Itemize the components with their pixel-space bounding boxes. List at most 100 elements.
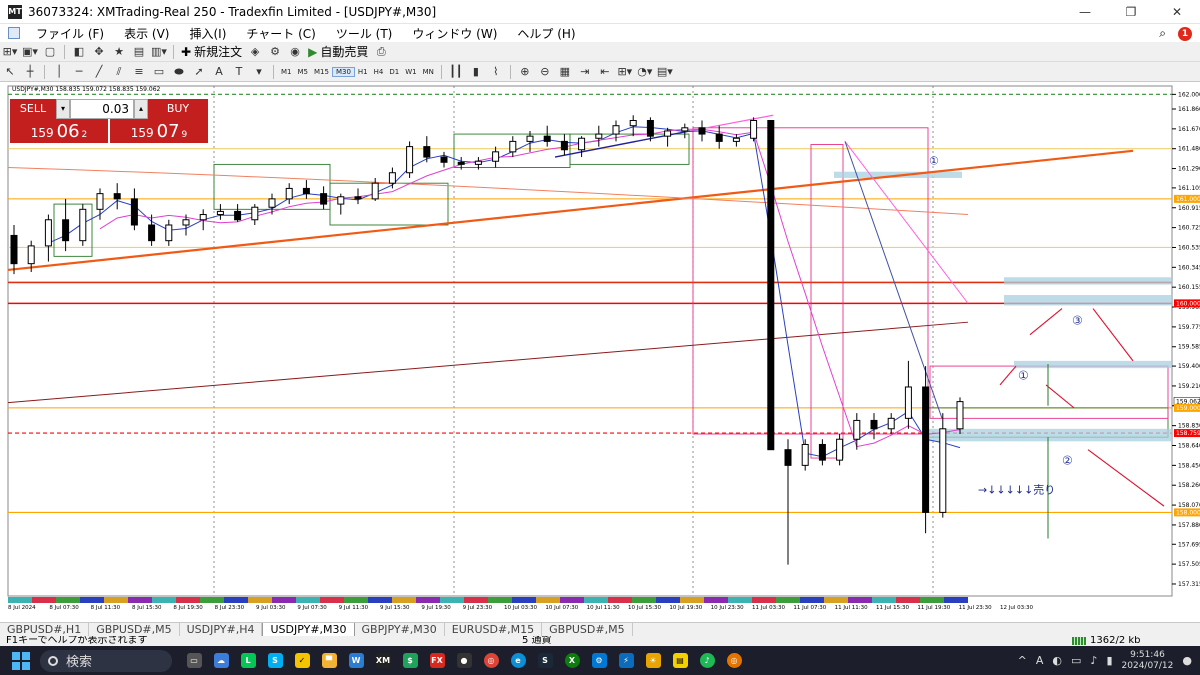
tab-usdjpy-h4[interactable]: USDJPY#,H4 — [180, 623, 263, 636]
buy-button[interactable]: BUY — [148, 99, 208, 119]
file-explorer-icon[interactable]: ▀ — [317, 650, 341, 672]
trendline-icon[interactable]: ╱ — [91, 64, 107, 80]
new-chart-icon[interactable]: ⊞▾ — [2, 44, 18, 60]
timeframe-m15[interactable]: M15 — [311, 68, 332, 76]
tab-eurusd-m15[interactable]: EURUSD#,M15 — [445, 623, 543, 636]
chrome-icon[interactable]: ◎ — [479, 650, 503, 672]
xbox-icon[interactable]: X — [560, 650, 584, 672]
fx-app-icon[interactable]: FX — [425, 650, 449, 672]
sell-price[interactable]: 159 06 2 — [10, 119, 108, 143]
vertical-line-icon[interactable]: │ — [51, 64, 67, 80]
notes-app-icon[interactable]: ▤ — [668, 650, 692, 672]
new-order-button[interactable]: ✚ 新規注文 — [178, 44, 245, 60]
tab-gbpjpy-m30[interactable]: GBPJPY#,M30 — [355, 623, 445, 636]
power-app-icon[interactable]: ⚡ — [614, 650, 638, 672]
horizontal-line-icon[interactable]: ─ — [71, 64, 87, 80]
tab-usdjpy-m30[interactable]: USDJPY#,M30 — [262, 623, 355, 636]
network-icon[interactable]: ▭ — [1071, 654, 1081, 667]
word-icon[interactable]: W — [344, 650, 368, 672]
xm-icon[interactable]: XM — [371, 650, 395, 672]
close-chart-icon[interactable]: ▢ — [42, 44, 58, 60]
money-app-icon[interactable]: $ — [398, 650, 422, 672]
label-icon[interactable]: T — [231, 64, 247, 80]
tab-gbpusd-m5-2[interactable]: GBPUSD#,M5 — [542, 623, 633, 636]
tray-app-icon[interactable]: ◐ — [1052, 654, 1062, 667]
timeframe-h1[interactable]: H1 — [355, 68, 371, 76]
price-chart[interactable]: ① ① ② ③ →↓↓↓↓↓売り USDJPY#,M30 158.835 159.072 … — [0, 82, 1200, 622]
taskbar-clock[interactable]: 9:51:46 2024/07/12 — [1122, 650, 1174, 672]
restore-icon[interactable]: ❐ — [1108, 0, 1154, 24]
autoscroll-icon[interactable]: ⇥ — [577, 64, 593, 80]
channel-icon[interactable]: ⫽ — [111, 64, 127, 80]
indicators-icon[interactable]: ⊞▾ — [617, 64, 633, 80]
volume-icon[interactable]: ♪ — [1090, 654, 1097, 667]
buy-price[interactable]: 159 07 9 — [110, 119, 208, 143]
chrome-canary-icon[interactable]: ◎ — [722, 650, 746, 672]
taskbar-search[interactable]: 検索 — [40, 649, 172, 672]
menu-view[interactable]: 表示 (V) — [114, 25, 179, 42]
windows-start-icon[interactable] — [12, 651, 30, 670]
tester-icon[interactable]: ▥▾ — [151, 44, 167, 60]
bar-chart-icon[interactable]: ┃┃ — [448, 64, 464, 80]
tile-windows-icon[interactable]: ▦ — [557, 64, 573, 80]
templates-icon[interactable]: ▤▾ — [657, 64, 673, 80]
notification-center-icon[interactable]: ● — [1182, 654, 1192, 667]
menu-help[interactable]: ヘルプ (H) — [507, 25, 585, 42]
sell-button[interactable]: SELL — [10, 99, 56, 119]
chart-canvas[interactable]: ① ① ② ③ →↓↓↓↓↓売り USDJPY#,M30 158.835 159.072 … — [0, 82, 1200, 622]
period-icon[interactable]: ◔▾ — [637, 64, 653, 80]
arrow-icon[interactable]: ➚ — [191, 64, 207, 80]
terminal-icon[interactable]: ▤ — [131, 44, 147, 60]
crosshair-icon[interactable]: ┼ — [22, 64, 38, 80]
steam-icon[interactable]: S — [533, 650, 557, 672]
menu-tools[interactable]: ツール (T) — [326, 25, 403, 42]
timeframe-m30[interactable]: M30 — [331, 66, 355, 77]
minimize-icon[interactable]: — — [1062, 0, 1108, 24]
lot-decrease-icon[interactable]: ▾ — [56, 99, 70, 119]
timeframe-w1[interactable]: W1 — [402, 68, 419, 76]
signals-icon[interactable]: ⚙ — [267, 44, 283, 60]
timeframe-mn[interactable]: MN — [420, 68, 437, 76]
menu-file[interactable]: ファイル (F) — [26, 25, 114, 42]
lot-increase-icon[interactable]: ▴ — [134, 99, 148, 119]
menu-window[interactable]: ウィンドウ (W) — [402, 25, 507, 42]
norton-icon[interactable]: ✓ — [290, 650, 314, 672]
sun-app-icon[interactable]: ☀ — [641, 650, 665, 672]
timeframe-d1[interactable]: D1 — [386, 68, 402, 76]
skype-icon[interactable]: S — [263, 650, 287, 672]
shapes-icon[interactable]: ▾ — [251, 64, 267, 80]
notification-badge[interactable]: 1 — [1178, 26, 1192, 41]
zoom-in-icon[interactable]: ⊕ — [517, 64, 533, 80]
cursor-icon[interactable]: ↖ — [2, 64, 18, 80]
menu-insert[interactable]: 挿入(I) — [179, 25, 236, 42]
line-app-icon[interactable]: L — [236, 650, 260, 672]
rectangle-icon[interactable]: ▭ — [151, 64, 167, 80]
market-icon[interactable]: ◉ — [287, 44, 303, 60]
chart-shift-icon[interactable]: ⇤ — [597, 64, 613, 80]
settings-app-icon[interactable]: ⚙ — [587, 650, 611, 672]
edge-icon[interactable]: e — [506, 650, 530, 672]
ime-indicator[interactable]: A — [1036, 654, 1044, 667]
auto-trading-button[interactable]: ▶ 自動売買 — [305, 44, 371, 60]
chart-doc-icon[interactable] — [8, 27, 20, 39]
timeframe-m5[interactable]: M5 — [295, 68, 312, 76]
zoom-out-icon[interactable]: ⊖ — [537, 64, 553, 80]
text-icon[interactable]: A — [211, 64, 227, 80]
menu-charts[interactable]: チャート (C) — [236, 25, 325, 42]
battery-icon[interactable]: ▮ — [1106, 654, 1112, 667]
fibonacci-icon[interactable]: ≡ — [131, 64, 147, 80]
line-chart-icon[interactable]: ⌇ — [488, 64, 504, 80]
data-window-icon[interactable]: ★ — [111, 44, 127, 60]
print-icon[interactable]: ⎙ — [373, 44, 389, 60]
github-icon[interactable]: ● — [452, 650, 476, 672]
tab-gbpusd-h1[interactable]: GBPUSD#,H1 — [0, 623, 90, 636]
close-icon[interactable]: ✕ — [1154, 0, 1200, 24]
candlestick-icon[interactable]: ▮ — [468, 64, 484, 80]
search-icon[interactable]: ⌕ — [1159, 26, 1166, 41]
tray-chevron-icon[interactable]: ^ — [1018, 654, 1027, 667]
profiles-icon[interactable]: ▣▾ — [22, 44, 38, 60]
timeframe-m1[interactable]: M1 — [278, 68, 295, 76]
metaeditor-icon[interactable]: ◈ — [247, 44, 263, 60]
navigator-icon[interactable]: ✥ — [91, 44, 107, 60]
tab-gbpusd-m5[interactable]: GBPUSD#,M5 — [89, 623, 180, 636]
